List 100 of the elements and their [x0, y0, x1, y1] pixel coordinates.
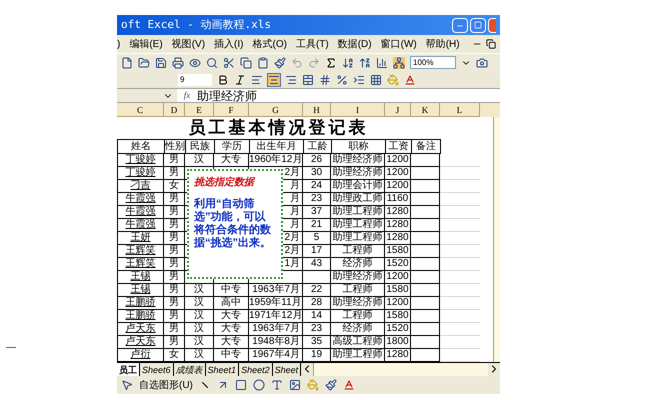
sigma-icon[interactable]: [325, 56, 337, 68]
font-color-icon[interactable]: [342, 379, 355, 391]
folder-icon[interactable]: [138, 56, 150, 68]
save-icon[interactable]: [155, 56, 167, 68]
table-cell: 1160: [385, 193, 411, 206]
sheet-tab[interactable]: Sheet1: [206, 363, 240, 376]
printer-icon[interactable]: [172, 56, 184, 68]
sheet-tab[interactable]: Sheet2: [239, 363, 273, 376]
clipboard-icon[interactable]: [257, 56, 269, 68]
text-box-icon[interactable]: [270, 379, 283, 391]
table-cell: 刁吉: [117, 180, 164, 193]
column-header[interactable]: F: [214, 103, 249, 117]
column-header[interactable]: K: [411, 103, 440, 117]
table-cell: [411, 284, 440, 297]
picture-icon[interactable]: [288, 379, 301, 391]
fill-color-icon[interactable]: [306, 379, 319, 391]
header-cell: 出生年月: [249, 139, 304, 154]
window-title: oft Excel - 动画教程.xls: [121, 16, 271, 33]
new-file-icon[interactable]: [121, 56, 133, 68]
table-cell: 1800: [385, 336, 411, 349]
chart-icon[interactable]: [376, 56, 388, 68]
menu-item[interactable]: 格式(O): [252, 36, 287, 52]
close-button[interactable]: [488, 18, 496, 32]
font-color-icon[interactable]: [404, 74, 416, 86]
menu-item[interactable]: 编辑(E): [129, 36, 163, 52]
menu-item[interactable]: 窗口(W): [380, 36, 417, 52]
merge-cells-icon[interactable]: [302, 74, 314, 86]
table-cell: 1200: [385, 180, 411, 193]
table-cell: 助理政工师: [331, 193, 385, 206]
function-icon[interactable]: fx: [177, 88, 197, 102]
table-cell: [411, 154, 440, 167]
align-icon[interactable]: [251, 74, 263, 86]
menu-item[interactable]: 插入(I): [214, 36, 244, 52]
menu-item[interactable]: 工具(T): [296, 36, 329, 52]
column-header[interactable]: C: [117, 103, 164, 117]
header-cell: 性别: [164, 139, 186, 154]
column-header[interactable]: G: [249, 103, 303, 117]
maximize-icon: [474, 21, 482, 29]
sort-ascending-icon[interactable]: [342, 56, 354, 68]
table-cell: [411, 297, 440, 310]
table-cell: [411, 258, 440, 271]
table-cell: 助理工程师: [331, 219, 385, 232]
table-cell: [411, 180, 440, 193]
table-cell: [411, 245, 440, 258]
column-header[interactable]: H: [303, 103, 331, 117]
align-icon[interactable]: [285, 74, 297, 86]
restore-icon[interactable]: [486, 39, 496, 49]
vertical-scrollbar[interactable]: [493, 117, 500, 362]
paintbrush-icon[interactable]: [274, 56, 286, 68]
menu-item[interactable]: ): [117, 36, 120, 52]
minimize-button[interactable]: [452, 18, 468, 32]
bold-icon[interactable]: [217, 74, 229, 86]
table-cell: 王锡: [117, 284, 164, 297]
sheet-tab[interactable]: Sheet6: [140, 363, 174, 376]
table-cell: 男: [164, 154, 185, 167]
table-cell: 37: [303, 206, 331, 219]
column-header[interactable]: E: [185, 103, 214, 117]
italic-icon[interactable]: [234, 74, 246, 86]
table-cell: 工程师: [331, 310, 385, 323]
table-cell: 1971年12月: [249, 310, 303, 323]
table-cell: 男: [164, 271, 185, 284]
rectangle-icon[interactable]: [234, 379, 247, 391]
maximize-button[interactable]: [470, 18, 486, 32]
column-header[interactable]: J: [385, 103, 411, 117]
table-cell: 男: [164, 284, 185, 297]
table-cell: 14: [303, 310, 331, 323]
line-color-icon[interactable]: [324, 379, 337, 391]
table-cell: 男: [164, 206, 185, 219]
ellipse-icon[interactable]: [252, 379, 265, 391]
sheet-tab[interactable]: Sheet: [272, 363, 302, 376]
scissors-icon[interactable]: [223, 56, 235, 68]
pointer-icon[interactable]: [121, 379, 133, 391]
column-header[interactable]: D: [164, 103, 185, 117]
horizontal-scrollbar[interactable]: [313, 363, 488, 376]
sort-descending-icon[interactable]: [359, 56, 371, 68]
sheet-tab[interactable]: 员工: [117, 363, 140, 376]
font-size-field[interactable]: 9: [178, 74, 212, 86]
borders-icon[interactable]: [370, 74, 382, 86]
menu-item[interactable]: 帮助(H): [426, 36, 460, 52]
table-cell: 17: [303, 245, 331, 258]
table-cell: 丁骏婷: [117, 154, 164, 167]
search-icon[interactable]: [206, 56, 218, 68]
autoshapes-menu[interactable]: 自选图形(U): [139, 378, 193, 392]
sheet-tab[interactable]: 成绩表: [174, 363, 206, 376]
menu-item[interactable]: 视图(V): [172, 36, 206, 52]
drawing-icon[interactable]: [393, 56, 405, 68]
percent-icon[interactable]: [336, 74, 348, 86]
table-cell: [411, 310, 440, 323]
table-cell: 1963年7月: [249, 323, 303, 336]
menu-item[interactable]: 数据(D): [338, 36, 372, 52]
table-cell: 汉: [185, 310, 214, 323]
formula-value[interactable]: 助理经济师: [197, 90, 257, 102]
align-icon[interactable]: [268, 74, 280, 86]
column-header[interactable]: I: [331, 103, 385, 117]
camera-icon[interactable]: [476, 56, 488, 68]
preview-icon[interactable]: [189, 56, 201, 68]
indent-icon[interactable]: [353, 74, 365, 86]
zoom-field[interactable]: 100%: [410, 56, 456, 69]
fill-color-icon[interactable]: [387, 74, 399, 86]
copy-icon[interactable]: [240, 56, 252, 68]
